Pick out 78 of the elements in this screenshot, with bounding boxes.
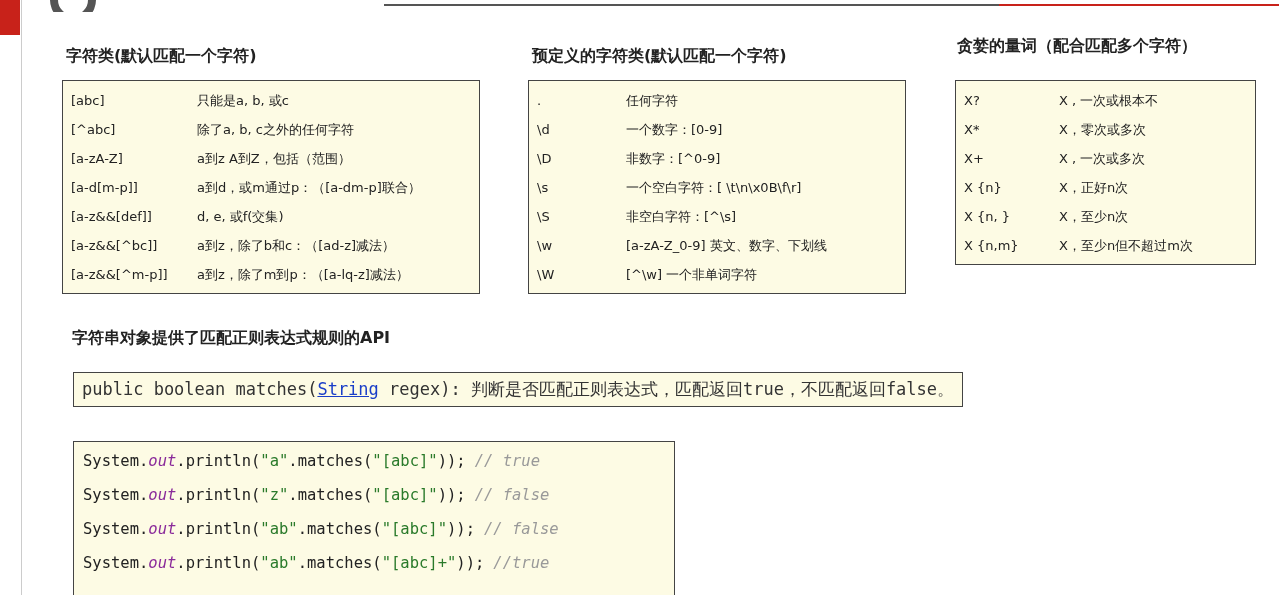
code-field: out	[148, 554, 177, 572]
pattern-text: \d	[537, 122, 551, 137]
pattern-text: .	[537, 93, 543, 108]
code-text: System.	[83, 520, 149, 538]
pattern-text: [a-z&&[def]]	[71, 209, 153, 224]
meaning-text: a到z，除了m到p：（[a-lq-z]减法）	[197, 265, 409, 284]
meaning-text: a到z，除了b和c：（[ad-z]减法）	[197, 236, 396, 255]
code-text: System.	[83, 554, 149, 572]
pattern-text: X {n, }	[964, 209, 1012, 224]
code-string: "z"	[260, 486, 289, 504]
pattern-text: \W	[537, 267, 556, 282]
code-text: System.	[83, 486, 149, 504]
table-title: 贪婪的量词（配合匹配多个字符）	[957, 36, 1198, 57]
meaning-text: 一个数字：[0-9]	[626, 120, 723, 139]
code-text: ));	[437, 486, 466, 504]
meaning-text: 只能是a, b, 或c	[197, 91, 289, 110]
code-string: "[abc]+"	[381, 554, 457, 572]
string-link[interactable]: String	[317, 379, 379, 399]
code-text: System.	[83, 452, 149, 470]
code-text: .matches(	[288, 452, 373, 470]
meaning-text: a到d，或m通过p：（[a-dm-p]联合）	[197, 178, 421, 197]
meaning-text: 非空白字符：[^\s]	[626, 207, 737, 226]
code-string: "ab"	[260, 520, 298, 538]
code-comment: //true	[493, 554, 550, 572]
pattern-text: [a-z&&[^m-p]]	[71, 267, 169, 282]
meaning-text: X , 一次或多次	[1059, 149, 1146, 168]
pattern-text: X {n}	[964, 180, 1003, 195]
meaning-text: X，正好n次	[1059, 178, 1129, 197]
code-text: ));	[437, 452, 466, 470]
meaning-text: X，至少n次	[1059, 207, 1129, 226]
pattern-text: \w	[537, 238, 553, 253]
code-string: "[abc]"	[372, 452, 438, 470]
code-text: ));	[447, 520, 475, 538]
meaning-text: 任何字符	[626, 91, 678, 110]
code-text: .matches(	[288, 486, 373, 504]
code-text: ));	[456, 554, 485, 572]
pattern-text: X+	[964, 151, 985, 166]
table-title: 字符类(默认匹配一个字符)	[66, 46, 258, 67]
meaning-text: [a-zA-Z_0-9] 英文、数字、下划线	[626, 236, 827, 255]
pattern-text: X {n,m}	[964, 238, 1020, 253]
meaning-text: 非数字：[^0-9]	[626, 149, 721, 168]
code-comment: // true	[474, 452, 540, 470]
table-title: 预定义的字符类(默认匹配一个字符)	[532, 46, 788, 67]
meaning-text: 除了a, b, c之外的任何字符	[197, 120, 354, 139]
code-field: out	[148, 520, 177, 538]
code-string: "a"	[260, 452, 289, 470]
code-text: .matches(	[297, 554, 382, 572]
code-text: .println(	[176, 452, 261, 470]
pattern-text: X*	[964, 122, 981, 137]
code-string: "ab"	[260, 554, 298, 572]
method-signature: public boolean matches(String regex): 判断是否匹配正则表达式，匹配返回true，不匹配返回false。	[73, 372, 964, 407]
pattern-text: \D	[537, 151, 553, 166]
code-field: out	[148, 452, 177, 470]
meaning-text: a到z A到Z，包括（范围）	[197, 149, 351, 168]
pattern-text: [a-d[m-p]]	[71, 180, 139, 195]
pattern-text: [a-zA-Z]	[71, 151, 124, 166]
code-field: out	[148, 486, 177, 504]
code-text: .println(	[176, 554, 261, 572]
meaning-text: [^\w] 一个非单词字符	[626, 265, 758, 284]
pattern-text: [a-z&&[^bc]]	[71, 238, 159, 253]
meaning-text: X，至少n但不超过m次	[1059, 236, 1193, 255]
pattern-text: [^abc]	[71, 122, 117, 137]
meaning-text: X，零次或多次	[1059, 120, 1146, 139]
meaning-text: 一个空白字符：[ \t\n\x0B\f\r]	[626, 178, 802, 197]
code-text: .println(	[176, 520, 261, 538]
code-text: .matches(	[297, 520, 382, 538]
meaning-text: d, e, 或f(交集)	[197, 207, 284, 226]
pattern-text: X?	[964, 93, 981, 108]
code-string: "[abc]"	[372, 486, 438, 504]
pattern-text: \s	[537, 180, 550, 195]
code-text: .println(	[176, 486, 261, 504]
meaning-text: X , 一次或根本不	[1059, 91, 1159, 110]
code-comment: // false	[484, 520, 559, 538]
section-heading: 字符串对象提供了匹配正则表达式规则的API	[72, 328, 392, 349]
pattern-text: \S	[537, 209, 551, 224]
code-string: "[abc]"	[381, 520, 447, 538]
code-comment: // false	[474, 486, 550, 504]
pattern-text: [abc]	[71, 93, 106, 108]
